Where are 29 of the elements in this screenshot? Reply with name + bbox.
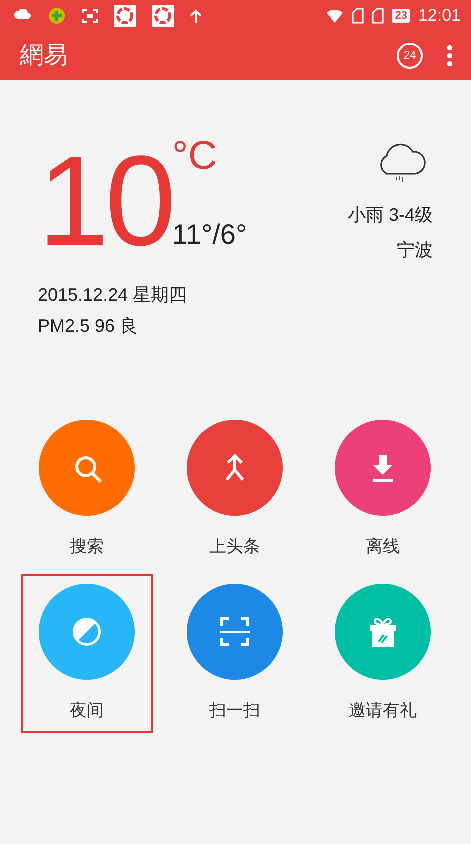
temperature: 10 bbox=[38, 138, 172, 266]
weather-condition: 小雨 3-4级 bbox=[348, 204, 433, 227]
action-label: 上头条 bbox=[210, 536, 260, 558]
gift-icon bbox=[367, 616, 399, 648]
swirl-logo-icon bbox=[114, 5, 136, 27]
date: 2015.12.24 星期四 bbox=[38, 284, 188, 307]
app-logo: 網易 bbox=[20, 41, 68, 71]
swirl-logo-icon bbox=[152, 5, 174, 27]
news-24h-button[interactable]: 24 bbox=[397, 43, 423, 69]
battery-level: 23 bbox=[392, 9, 410, 23]
wifi-icon bbox=[326, 8, 344, 24]
up-arrow-icon bbox=[190, 9, 202, 23]
action-label: 扫一扫 bbox=[210, 700, 260, 722]
scan-frame-icon bbox=[82, 9, 98, 23]
air-quality: PM2.5 96 良 bbox=[38, 315, 140, 338]
city: 宁波 bbox=[397, 239, 433, 262]
action-label: 邀请有礼 bbox=[349, 700, 417, 722]
action-label: 夜间 bbox=[70, 700, 104, 722]
more-menu-icon[interactable] bbox=[447, 45, 453, 67]
temperature-unit: °C bbox=[172, 136, 218, 176]
temperature-range: 11°/6° bbox=[172, 218, 248, 252]
plus-badge-icon bbox=[48, 7, 66, 25]
sim-card-icon bbox=[372, 8, 384, 24]
clock: 12:01 bbox=[418, 5, 461, 28]
action-label: 离线 bbox=[366, 536, 400, 558]
half-circle-icon bbox=[71, 616, 103, 648]
sim-card-icon bbox=[352, 8, 364, 24]
action-label: 搜索 bbox=[70, 536, 104, 558]
scan-icon bbox=[219, 616, 251, 648]
